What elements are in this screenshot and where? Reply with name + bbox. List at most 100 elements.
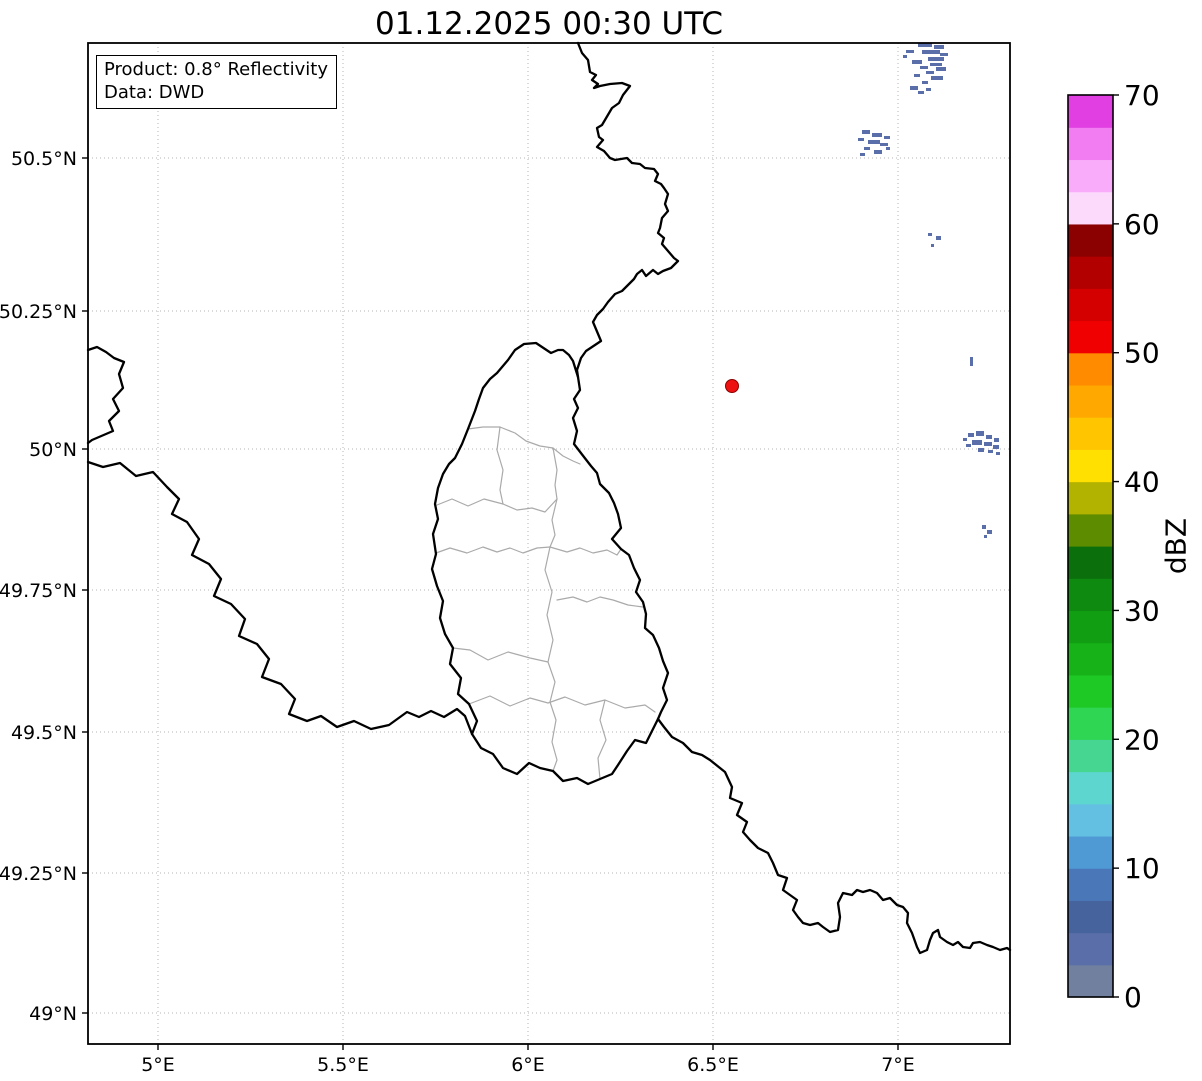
y-tick-label: 49.5°N <box>11 722 77 744</box>
radar-echo <box>874 150 882 154</box>
radar-echo <box>880 143 888 146</box>
canton-border <box>597 699 607 780</box>
radar-echo <box>931 244 934 247</box>
canton-border <box>452 647 549 663</box>
radar-echo <box>996 452 1000 455</box>
country-border <box>575 41 680 379</box>
colorbar-unit-label: dBZ <box>1159 517 1193 575</box>
colorbar-segment <box>1068 707 1113 740</box>
colorbar-segment <box>1068 159 1113 193</box>
radar-echo <box>934 45 944 49</box>
radar-echo <box>864 147 870 150</box>
radar-echo <box>918 91 924 94</box>
x-tick-label: 5°E <box>141 1054 175 1076</box>
radar-echo <box>994 438 999 442</box>
colorbar-segment <box>1068 610 1113 644</box>
radar-echo <box>984 442 992 446</box>
radar-figure: 01.12.2025 00:30 UTC Product: 0.8° Refle… <box>0 0 1202 1081</box>
y-tick-label: 50°N <box>29 439 77 461</box>
colorbar-segment <box>1068 835 1113 869</box>
colorbar-segment <box>1068 803 1113 837</box>
radar-echo <box>903 55 907 58</box>
country-border <box>86 345 126 445</box>
radar-echo <box>914 74 920 77</box>
y-tick-label: 49.25°N <box>0 863 77 885</box>
y-tick-label: 50.25°N <box>0 301 77 323</box>
radar-echo <box>910 86 918 90</box>
colorbar-segment <box>1068 868 1113 901</box>
radar-echo <box>993 445 999 449</box>
radar-echo <box>986 435 992 439</box>
radar-echo <box>926 71 934 74</box>
canton-border <box>556 596 644 608</box>
colorbar-tick-label: 0 <box>1124 981 1142 1014</box>
colorbar-tick-label: 30 <box>1124 594 1160 627</box>
radar-echo <box>988 450 993 453</box>
colorbar-segment <box>1068 674 1113 708</box>
radar-echo <box>968 433 974 437</box>
canton-border <box>496 426 504 505</box>
radar-echo <box>886 147 890 150</box>
radar-echo <box>970 357 973 366</box>
radar-echo <box>928 57 944 61</box>
country-border <box>430 341 670 786</box>
radar-echo <box>987 530 992 534</box>
radar-echo <box>928 233 932 236</box>
radar-echo <box>931 76 943 80</box>
colorbar-segment <box>1068 481 1113 515</box>
canton-border <box>467 426 581 465</box>
radar-echo <box>984 535 987 538</box>
x-tick-label: 6.5°E <box>687 1054 739 1076</box>
product-info-box: Product: 0.8° Reflectivity Data: DWD <box>96 55 337 109</box>
radar-echo <box>872 133 882 137</box>
canton-border <box>544 546 558 772</box>
colorbar-segment <box>1068 95 1113 128</box>
radar-echo <box>912 60 922 64</box>
colorbar-segment <box>1068 417 1113 450</box>
radar-echo <box>922 50 940 54</box>
canton-border <box>549 447 558 548</box>
radar-echo <box>858 138 864 141</box>
colorbar-segment <box>1068 320 1113 354</box>
colorbar-segment <box>1068 449 1113 483</box>
radar-echo <box>920 66 928 69</box>
colorbar-segment <box>1068 546 1113 579</box>
colorbar-segment <box>1068 900 1113 934</box>
colorbar-tick-label: 50 <box>1124 337 1160 370</box>
radar-echo <box>976 431 984 436</box>
colorbar-segment <box>1068 642 1113 676</box>
radar-echo <box>926 88 931 91</box>
colorbar-tick-label: 20 <box>1124 723 1160 756</box>
radar-echo <box>936 67 946 71</box>
colorbar-segment <box>1068 578 1113 612</box>
radar-echo <box>860 153 865 156</box>
radar-echo <box>936 236 941 240</box>
radar-echo <box>930 63 942 66</box>
canton-border <box>435 546 622 556</box>
radar-echo <box>966 444 971 447</box>
colorbar-segment <box>1068 223 1113 257</box>
country-border <box>656 717 1012 955</box>
x-tick-label: 7°E <box>881 1054 915 1076</box>
x-tick-label: 5.5°E <box>317 1054 369 1076</box>
colorbar-segment <box>1068 964 1113 998</box>
product-info-line2: Data: DWD <box>104 82 205 103</box>
canton-border <box>436 498 558 513</box>
colorbar-tick-label: 10 <box>1124 852 1160 885</box>
colorbar-segment <box>1068 127 1113 161</box>
colorbar-segment <box>1068 932 1113 966</box>
radar-echo <box>982 525 986 529</box>
radar-echo <box>963 438 967 441</box>
product-info-line1: Product: 0.8° Reflectivity <box>104 59 328 80</box>
colorbar-segment <box>1068 384 1113 418</box>
colorbar-tick-label: 60 <box>1124 208 1160 241</box>
colorbar-segment <box>1068 739 1113 773</box>
x-tick-label: 6°E <box>511 1054 545 1076</box>
radar-echo <box>940 53 948 56</box>
colorbar-segment <box>1068 352 1113 386</box>
colorbar-segment <box>1068 256 1113 289</box>
country-border <box>86 460 474 736</box>
y-tick-label: 49.75°N <box>0 580 77 602</box>
radar-echo <box>922 81 928 84</box>
colorbar-segment <box>1068 288 1113 322</box>
